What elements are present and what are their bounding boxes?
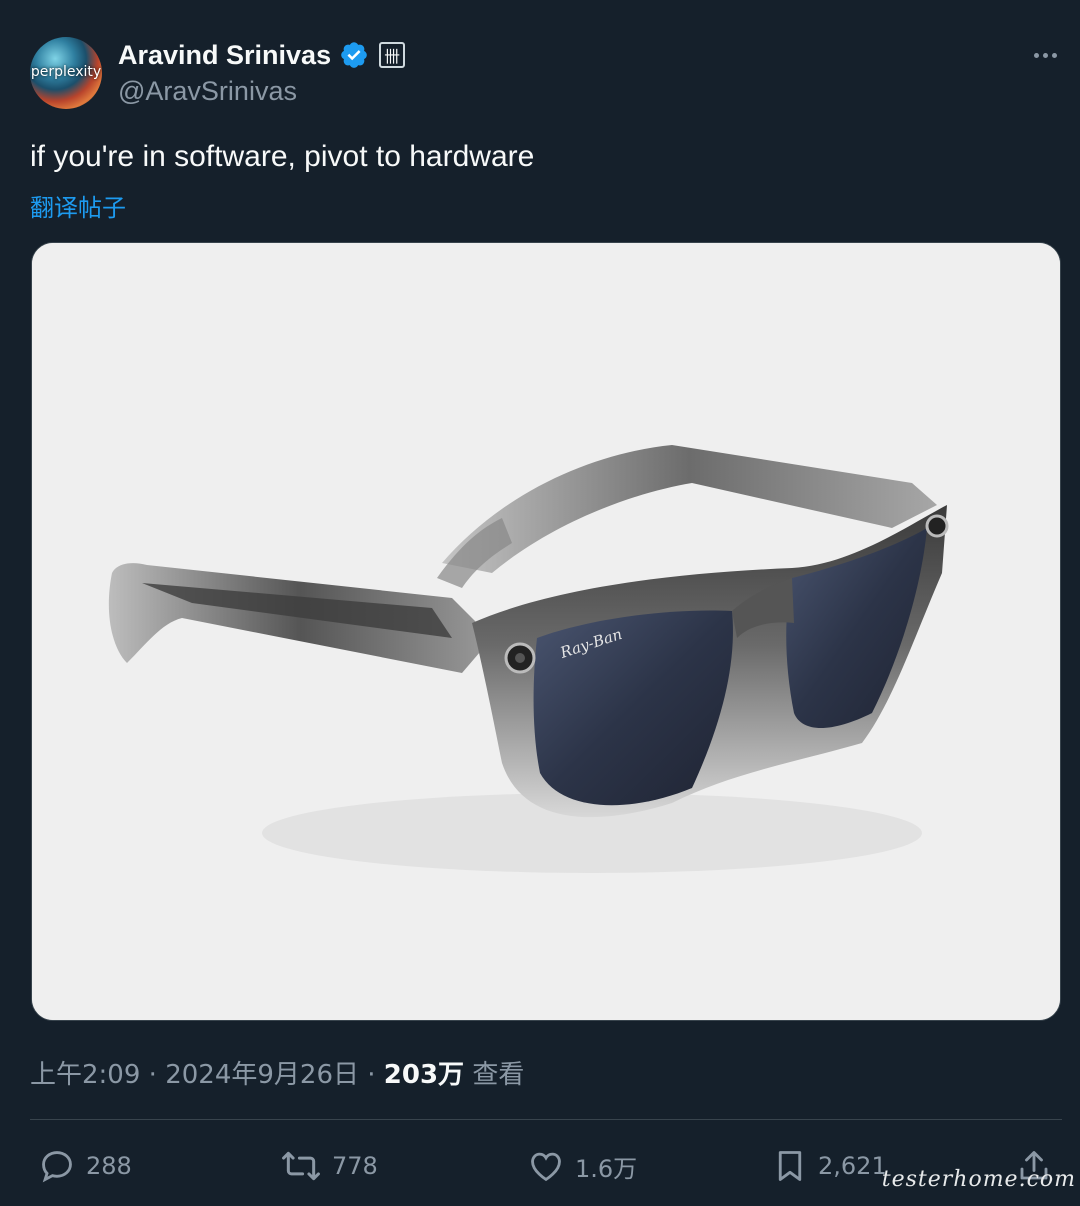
translate-post-link[interactable]: 翻译帖子 <box>30 188 126 223</box>
tweet-date[interactable]: 2024年9月26日 <box>165 1060 359 1090</box>
divider <box>30 1119 1062 1120</box>
reply-button[interactable]: 288 <box>38 1138 132 1194</box>
repost-count: 778 <box>332 1152 378 1180</box>
like-count: 1.6万 <box>575 1154 638 1183</box>
tweet-media-image[interactable]: Ray-Ban <box>31 242 1061 1021</box>
heart-icon <box>531 1152 561 1182</box>
avatar[interactable]: perplexity <box>30 37 102 109</box>
more-options-icon[interactable] <box>1030 40 1060 70</box>
author-name-row: Aravind Srinivas 卌 <box>118 38 406 72</box>
affiliation-badge-icon[interactable]: 卌 <box>379 42 406 68</box>
tweet-time[interactable]: 上午2:09 <box>30 1060 140 1090</box>
bookmark-icon <box>778 1151 802 1181</box>
views-label: 查看 <box>464 1060 525 1090</box>
bookmark-button[interactable]: 2,621 <box>772 1138 887 1194</box>
meta-separator: · <box>140 1060 166 1090</box>
repost-button[interactable]: 778 <box>280 1138 378 1194</box>
like-button[interactable]: 1.6万 <box>527 1138 637 1194</box>
views-count: 203万 <box>383 1060 465 1090</box>
author-handle[interactable]: @AravSrinivas <box>118 76 297 107</box>
smart-glasses-photo: Ray-Ban <box>32 243 1060 1020</box>
watermark: testerhome.com <box>881 1167 1076 1192</box>
tweet-metadata: 上午2:09 · 2024年9月26日 · 203万 查看 <box>30 1054 524 1091</box>
avatar-logo-text: perplexity <box>30 64 102 80</box>
tweet-text: if you're in software, pivot to hardware <box>30 140 535 173</box>
repost-icon <box>282 1151 320 1181</box>
reply-icon <box>42 1151 72 1183</box>
author-display-name[interactable]: Aravind Srinivas <box>118 40 331 71</box>
meta-separator-2: · <box>358 1060 384 1090</box>
bookmark-count: 2,621 <box>818 1152 887 1180</box>
tweet-detail: perplexity Aravind Srinivas 卌 @AravSrini… <box>0 0 1080 1206</box>
reply-count: 288 <box>86 1152 132 1180</box>
verified-badge-icon[interactable] <box>339 40 369 70</box>
